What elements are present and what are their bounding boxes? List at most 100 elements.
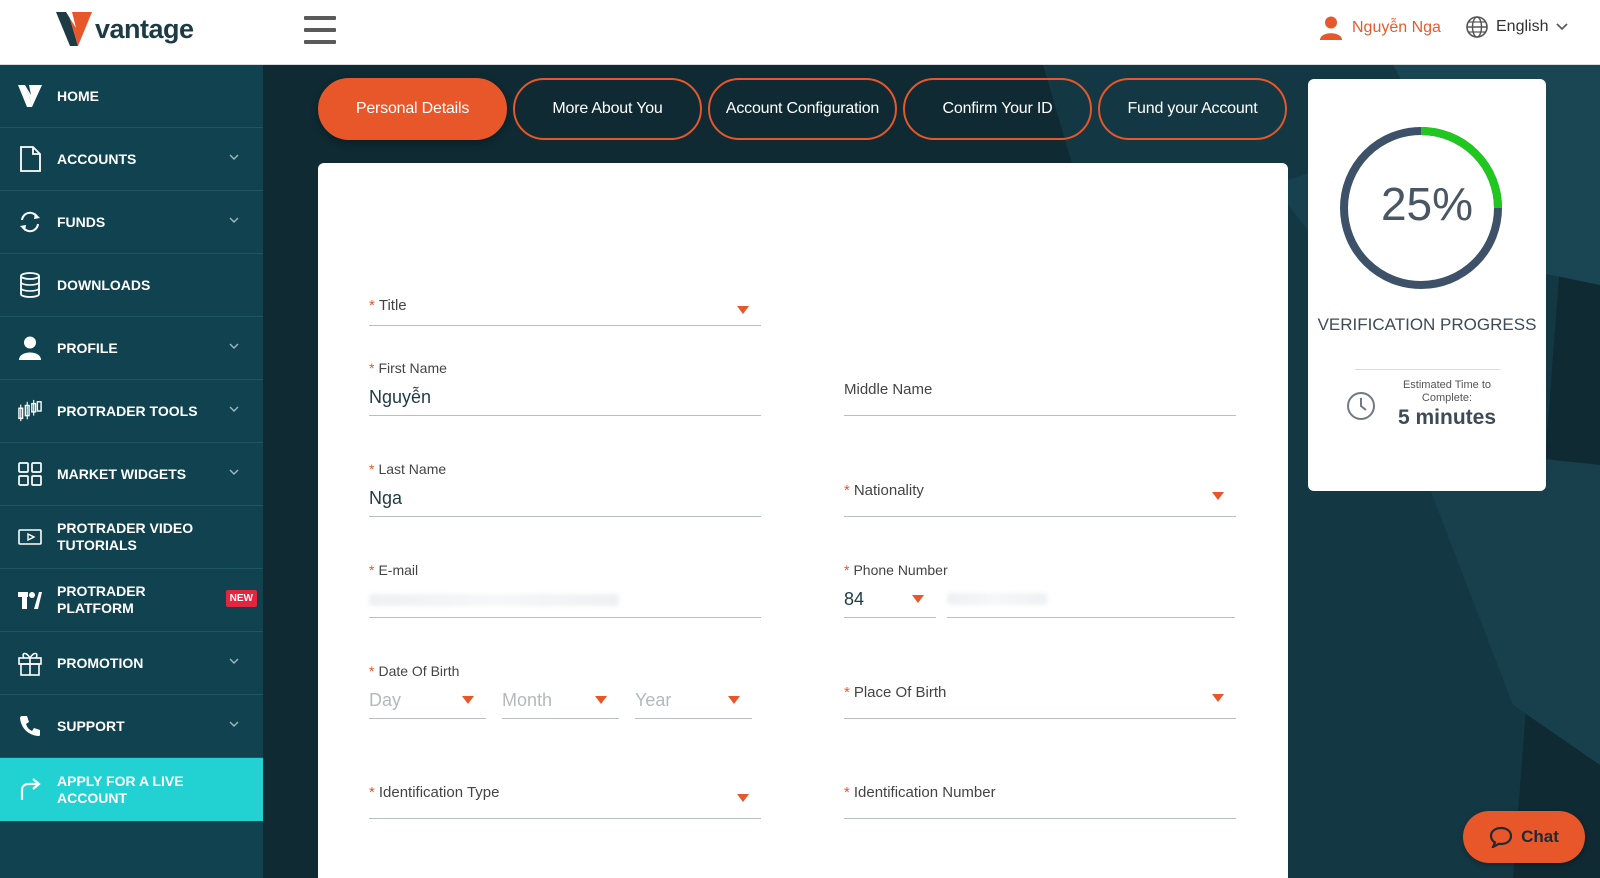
verification-progress-card: 25% VERIFICATION PROGRESS Estimated Time… [1308,79,1546,491]
sidebar-item-label: MARKET WIDGETS [57,465,187,482]
estimate-value: 5 minutes [1397,406,1497,429]
chat-button[interactable]: Chat [1463,811,1585,863]
caret-down-icon [728,696,740,704]
progress-title: VERIFICATION PROGRESS [1317,315,1537,334]
middle-name-label: Middle Name [844,381,933,398]
document-icon [18,146,42,172]
sidebar-item-video-tutorials[interactable]: PROTRADER VIDEO TUTORIALS [0,506,263,569]
divider [1355,369,1500,370]
dob-year-placeholder: Year [635,690,672,710]
caret-down-icon [737,306,749,314]
tradingview-icon [18,587,42,613]
id-number-field[interactable]: * Identification Number [844,774,1236,819]
chevron-down-icon [229,658,239,664]
caret-down-icon [462,696,474,704]
chevron-down-icon [229,406,239,412]
last-name-label: * Last Name [369,461,447,477]
refresh-icon [18,209,42,235]
sidebar-item-label: FUNDS [57,213,106,230]
sidebar-item-profile[interactable]: PROFILE [0,317,263,380]
phone-code-select[interactable]: * Phone Number 84 [844,562,948,618]
phone-redacted [947,593,1047,605]
sidebar-item-label: ACCOUNTS [57,150,137,167]
database-icon [18,272,42,298]
sidebar-item-label: PROTRADER PLATFORM [57,583,146,616]
nationality-label: * Nationality [844,482,924,499]
sidebar-item-accounts[interactable]: ACCOUNTS [0,128,263,191]
user-icon [18,335,42,361]
last-name-field[interactable]: * Last Name Nga [369,461,761,517]
globe-icon [1466,16,1488,38]
sidebar-item-home[interactable]: HOME [0,65,263,128]
language-label: English [1496,18,1549,35]
user-icon [1320,16,1342,40]
tab-personal-details[interactable]: Personal Details [318,78,507,140]
caret-down-icon [595,696,607,704]
chevron-down-icon [229,721,239,727]
tab-more-about-you[interactable]: More About You [513,78,702,140]
logo-text: vantage [95,13,194,44]
middle-name-field[interactable]: Middle Name [844,371,1236,416]
sidebar-item-support[interactable]: SUPPORT [0,695,263,758]
first-name-field[interactable]: * First Name Nguyễn [369,360,761,416]
language-selector[interactable]: English [1466,16,1569,38]
id-number-label: * Identification Number [844,784,996,801]
phone-icon [18,713,42,739]
sidebar-item-promotion[interactable]: PROMOTION [0,632,263,695]
first-name-value: Nguyễn [369,387,432,407]
id-type-label: * Identification Type [369,784,500,801]
chat-bubble-icon [1490,826,1513,848]
dob-day-placeholder: Day [369,690,402,710]
new-badge: NEW [225,590,257,607]
sidebar-item-apply-live-account[interactable]: APPLY FOR A LIVE ACCOUNT [0,758,263,821]
place-of-birth-select[interactable]: * Place Of Birth [844,674,1236,719]
vantage-logo-icon [18,83,42,109]
caret-down-icon [737,794,749,802]
top-header: vantage Nguyễn Nga English [0,0,1600,65]
email-redacted [369,594,619,606]
sidebar-item-label: HOME [57,87,99,104]
sidebar: HOME ACCOUNTS FUNDS DOWNLOADS PROFILE PR… [0,65,263,878]
place-of-birth-label: * Place Of Birth [844,684,947,701]
user-name: Nguyễn Nga [1352,19,1441,36]
sidebar-item-label: APPLY FOR A LIVE ACCOUNT [57,772,184,806]
chevron-down-icon [1556,23,1569,31]
sidebar-item-label: PROTRADER TOOLS [57,402,198,419]
redirect-icon [18,777,42,803]
sidebar-item-label: SUPPORT [57,717,125,734]
first-name-label: * First Name [369,360,447,376]
user-menu[interactable]: Nguyễn Nga [1320,16,1441,40]
tab-confirm-your-id[interactable]: Confirm Your ID [903,78,1092,140]
vantage-logo[interactable]: vantage [56,12,194,46]
sidebar-item-label: DOWNLOADS [57,276,151,293]
video-icon [18,524,42,550]
sidebar-item-protrader-tools[interactable]: PROTRADER TOOLS [0,380,263,443]
phone-number-field[interactable] [947,573,1235,618]
progress-percent: 25% [1380,178,1474,230]
email-field[interactable]: * E-mail [369,562,761,618]
nationality-select[interactable]: * Nationality [844,472,1236,517]
chevron-down-icon [229,154,239,160]
dob-year-select[interactable]: Year [635,674,752,719]
id-type-select[interactable]: * Identification Type [369,774,761,819]
sidebar-item-label: PROTRADER VIDEO TUTORIALS [57,520,194,553]
title-select[interactable]: * Title [369,281,761,326]
candlestick-icon [18,398,42,424]
sidebar-item-downloads[interactable]: DOWNLOADS [0,254,263,317]
sidebar-item-protrader-platform[interactable]: PROTRADER PLATFORM NEW [0,569,263,632]
menu-toggle-icon[interactable] [304,16,336,44]
phone-code-value: 84 [844,589,865,609]
dob-month-placeholder: Month [502,690,553,710]
tab-account-configuration[interactable]: Account Configuration [708,78,897,140]
clock-icon [1347,392,1375,420]
caret-down-icon [1212,694,1224,702]
dob-day-select[interactable]: * Date Of Birth Day [369,663,486,719]
caret-down-icon [1212,492,1224,500]
tab-fund-your-account[interactable]: Fund your Account [1098,78,1287,140]
dob-month-select[interactable]: Month [502,674,619,719]
email-label: * E-mail [369,562,419,578]
last-name-value: Nga [369,488,403,508]
vantage-logo-icon [56,12,92,46]
sidebar-item-market-widgets[interactable]: MARKET WIDGETS [0,443,263,506]
sidebar-item-funds[interactable]: FUNDS [0,191,263,254]
